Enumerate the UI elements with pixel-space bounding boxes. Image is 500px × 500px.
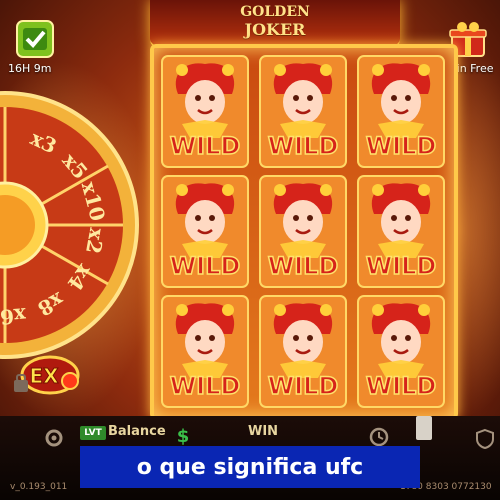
joker-wild-icon: WILD (161, 295, 249, 408)
slot-reels: WILD WILD WILD WILD WILD WILD WILD WILD … (150, 44, 458, 420)
joker-wild-icon: WILD (259, 175, 347, 288)
wheel-multiplier-label: x2 (81, 226, 109, 256)
win-label: WIN (248, 424, 279, 439)
joker-wild-icon: WILD (161, 55, 249, 168)
reel-cell: WILD (160, 174, 250, 289)
wild-symbol-text: WILD (268, 372, 339, 400)
joker-wild-icon: WILD (357, 175, 445, 288)
game-title-top: GOLDEN (240, 4, 310, 20)
wild-symbol-text: WILD (268, 252, 339, 280)
autoplay-icon[interactable] (368, 426, 390, 448)
shield-icon[interactable] (474, 428, 496, 450)
dollar-icon[interactable]: $ (174, 424, 192, 446)
wild-symbol-text: WILD (170, 372, 241, 400)
wild-symbol-text: WILD (170, 252, 241, 280)
joker-wild-icon: WILD (259, 55, 347, 168)
joker-wild-icon: WILD (161, 175, 249, 288)
balance-chip: LVT (80, 426, 106, 440)
wild-symbol-text: WILD (268, 132, 339, 160)
reel-cell: WILD (160, 294, 250, 409)
caption-banner: o que significa ufc (80, 446, 420, 488)
joker-wild-icon: WILD (357, 295, 445, 408)
game-title-bottom: JOKER (244, 20, 306, 39)
bag-icon[interactable] (10, 372, 32, 394)
joker-wild-icon: WILD (357, 55, 445, 168)
version-text: v_0.193_011 (10, 482, 68, 492)
joker-wild-icon: WILD (259, 295, 347, 408)
game-screen: GOLDEN JOKER 16H 9m Win Free x3 x5 x10 x2 x4… (0, 0, 500, 500)
reel-cell: WILD (258, 294, 348, 409)
reel-cell: WILD (356, 174, 446, 289)
multiplier-wheel: x3x5x10x2x4x8x6 (0, 91, 139, 359)
wild-symbol-text: WILD (366, 132, 437, 160)
settings-icon[interactable] (44, 428, 64, 448)
svg-text:$: $ (177, 426, 190, 446)
reel-cell: WILD (356, 294, 446, 409)
ex-badge-text: EX (29, 364, 59, 388)
game-title-banner: GOLDEN JOKER (150, 0, 400, 49)
balance-label: Balance (108, 424, 166, 439)
reel-cell: WILD (258, 174, 348, 289)
wild-symbol-text: WILD (366, 252, 437, 280)
spin-panel-icon[interactable] (414, 414, 434, 442)
wheel-multiplier-label: x6 (0, 303, 27, 329)
wild-symbol-text: WILD (170, 132, 241, 160)
jackpot-icon[interactable] (14, 18, 56, 60)
wild-symbol-text: WILD (366, 372, 437, 400)
reel-cell: WILD (356, 54, 446, 169)
reel-cell: WILD (258, 54, 348, 169)
reel-cell: WILD (160, 54, 250, 169)
timer-label: 16H 9m (8, 62, 52, 75)
